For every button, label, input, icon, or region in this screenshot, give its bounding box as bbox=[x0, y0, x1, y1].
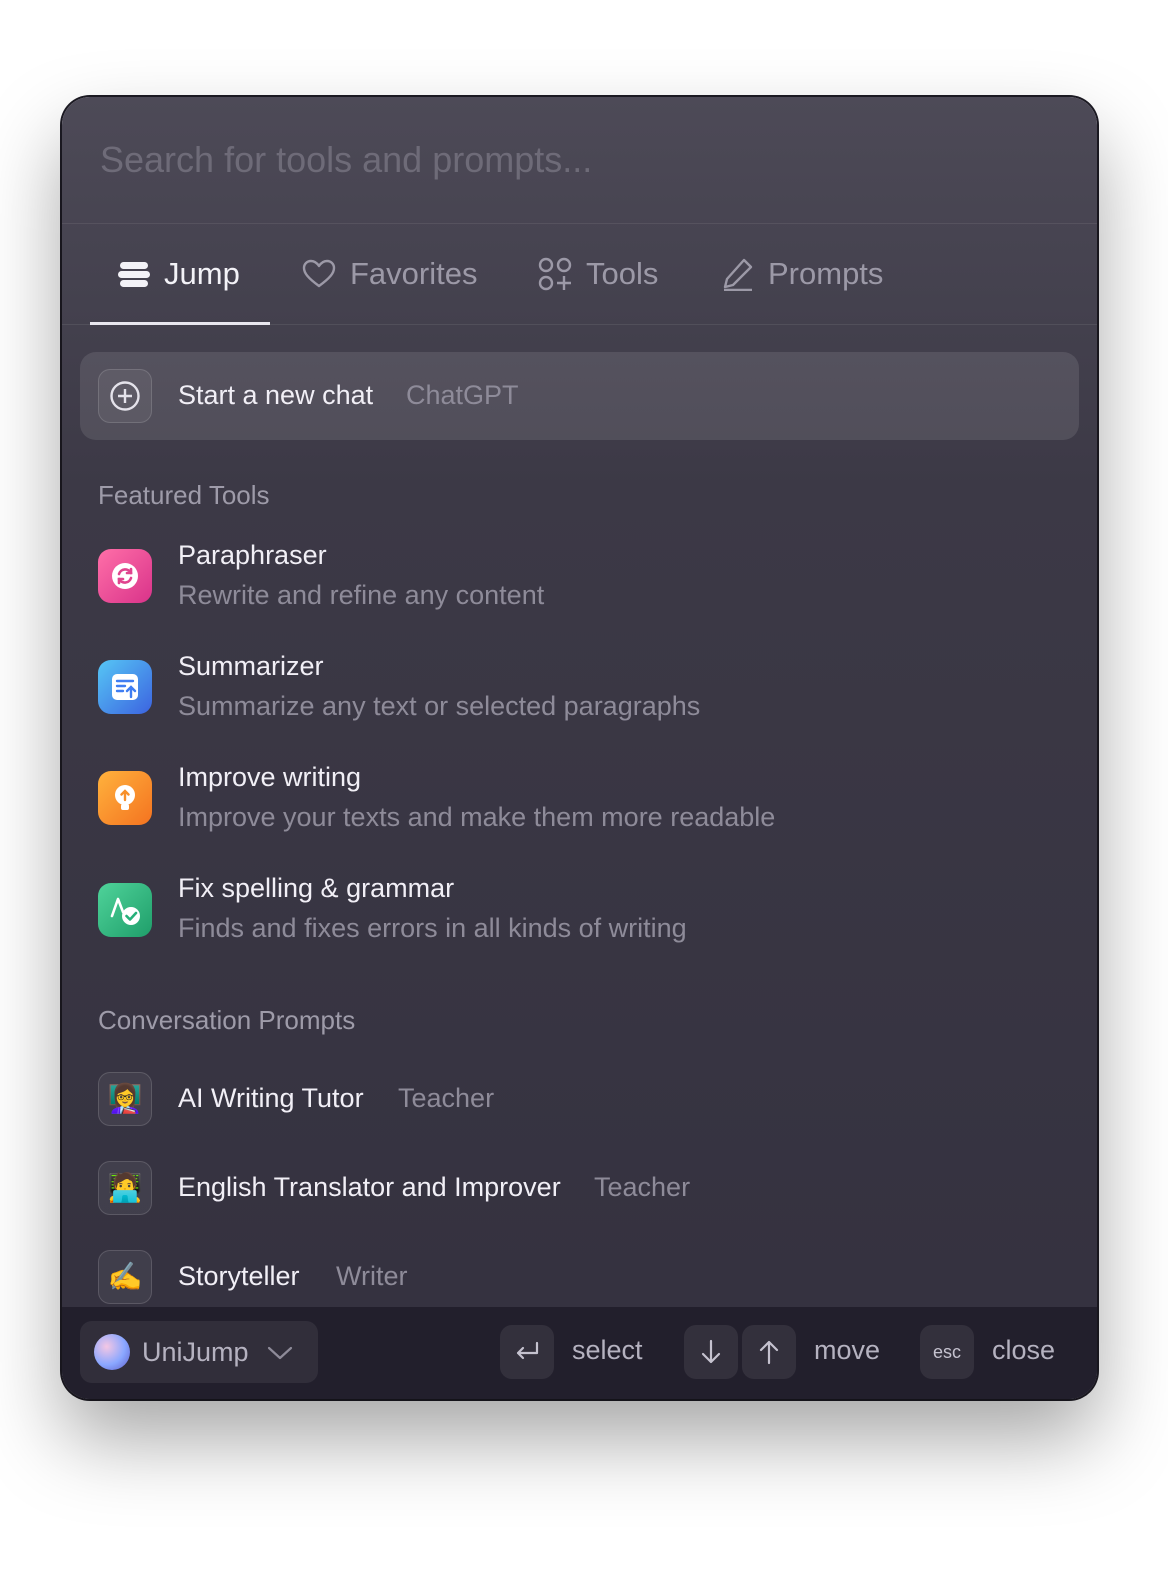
tool-title: Improve writing bbox=[178, 762, 362, 792]
enter-key-icon bbox=[500, 1325, 554, 1379]
new-chat-item[interactable]: Start a new chat ChatGPT bbox=[80, 352, 1079, 440]
tool-title: Fix spelling & grammar bbox=[178, 873, 455, 903]
prompt-title: AI Writing Tutor bbox=[178, 1083, 364, 1113]
tool-title: Summarizer bbox=[178, 651, 324, 681]
select-hint: select bbox=[572, 1335, 643, 1365]
prompt-tag: Teacher bbox=[398, 1083, 495, 1113]
tab-favorites-label: Favorites bbox=[350, 256, 478, 291]
teacher-icon: 👩‍🏫 bbox=[98, 1072, 152, 1126]
new-chat-title: Start a new chat bbox=[178, 380, 374, 410]
unicorn-avatar bbox=[94, 1334, 130, 1370]
check-text-icon bbox=[98, 883, 152, 937]
technologist-icon: 🧑‍💻 bbox=[98, 1161, 152, 1215]
chevron-down-icon bbox=[267, 1337, 293, 1368]
grid-plus-icon bbox=[538, 257, 572, 291]
command-palette: Jump Favorites Tools Prompts Start a new… bbox=[62, 97, 1097, 1399]
move-hint: move bbox=[814, 1335, 881, 1365]
refresh-icon bbox=[98, 549, 152, 603]
arrow-up-key-icon bbox=[742, 1325, 796, 1379]
tab-tools-label: Tools bbox=[586, 256, 659, 291]
featured-tools-heading: Featured Tools bbox=[98, 480, 270, 510]
tab-bar: Jump Favorites Tools Prompts bbox=[62, 224, 1097, 325]
stack-icon bbox=[118, 260, 150, 288]
prompt-title: Storyteller bbox=[178, 1261, 300, 1291]
footer-bar: UniJump select move esc close bbox=[62, 1307, 1097, 1399]
prompt-tag: Teacher bbox=[594, 1172, 691, 1202]
writing-hand-icon: ✍️ bbox=[98, 1250, 152, 1304]
app-name: UniJump bbox=[142, 1336, 249, 1367]
esc-key: esc bbox=[920, 1325, 974, 1379]
prompt-tag: Writer bbox=[336, 1261, 408, 1291]
arrow-down-key-icon bbox=[684, 1325, 738, 1379]
tool-description: Improve your texts and make them more re… bbox=[178, 802, 776, 832]
app-switcher-button[interactable]: UniJump bbox=[80, 1321, 318, 1383]
heart-icon bbox=[302, 259, 336, 289]
plus-circle-icon bbox=[98, 369, 152, 423]
tab-tools[interactable]: Tools bbox=[538, 224, 658, 324]
search-bar bbox=[62, 97, 1097, 224]
pencil-icon bbox=[722, 257, 754, 291]
tool-title: Paraphraser bbox=[178, 540, 327, 570]
tab-jump[interactable]: Jump bbox=[90, 224, 270, 325]
tab-prompts-label: Prompts bbox=[768, 256, 884, 291]
search-input[interactable] bbox=[98, 127, 1002, 193]
tab-jump-label: Jump bbox=[164, 256, 240, 291]
summary-icon bbox=[98, 660, 152, 714]
tab-prompts[interactable]: Prompts bbox=[722, 224, 883, 324]
tool-description: Summarize any text or selected paragraph… bbox=[178, 691, 701, 721]
bulb-icon bbox=[98, 771, 152, 825]
conversation-prompts-heading: Conversation Prompts bbox=[98, 1005, 356, 1035]
new-chat-subtitle: ChatGPT bbox=[406, 380, 519, 410]
tool-description: Finds and fixes errors in all kinds of w… bbox=[178, 913, 687, 943]
prompt-title: English Translator and Improver bbox=[178, 1172, 561, 1202]
close-hint: close bbox=[992, 1335, 1056, 1365]
tool-description: Rewrite and refine any content bbox=[178, 580, 545, 610]
tab-favorites[interactable]: Favorites bbox=[302, 224, 477, 324]
